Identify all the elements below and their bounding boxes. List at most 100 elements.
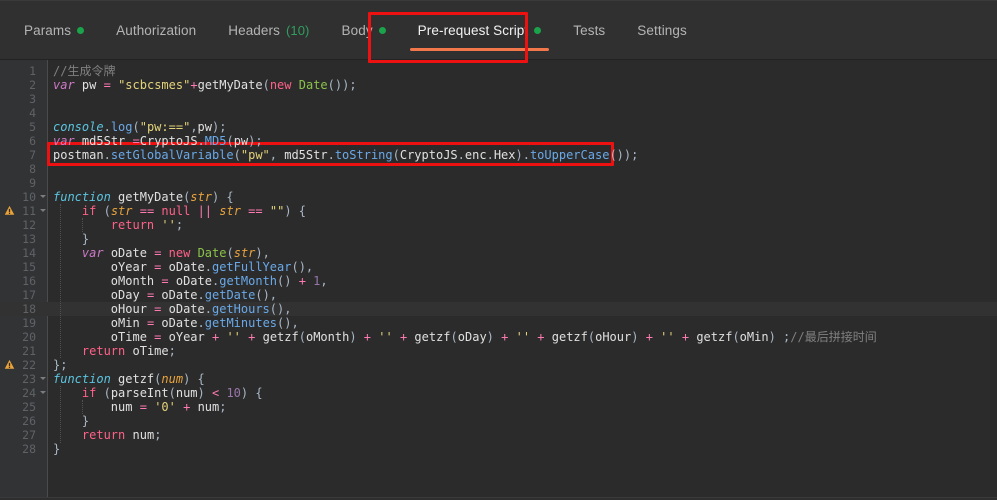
line-number: 21 — [22, 344, 36, 359]
tab-tests[interactable]: Tests — [557, 1, 621, 59]
line-number: 14 — [22, 246, 36, 261]
code-line-text: }; — [53, 358, 68, 373]
code-line[interactable]: 26 } — [0, 414, 997, 428]
code-line[interactable]: 21 return oTime; — [0, 344, 997, 358]
code-line[interactable]: 24 if (parseInt(num) < 10) { — [0, 386, 997, 400]
code-line[interactable]: 11 if (str == null || str == "") { — [0, 204, 997, 218]
line-number: 6 — [29, 134, 36, 149]
line-number: 19 — [22, 316, 36, 331]
code-line-text: } — [53, 232, 90, 247]
code-line-text: oYear = oDate.getFullYear(), — [110, 260, 314, 275]
line-number: 27 — [22, 428, 36, 443]
code-line-text: oHour = oDate.getHours(), — [110, 302, 292, 317]
code-line[interactable]: 12 return ''; — [0, 218, 997, 232]
tab-params-label: Params — [24, 22, 72, 38]
green-dot-icon — [378, 26, 386, 34]
tab-body[interactable]: Body — [326, 1, 402, 59]
code-line[interactable]: 27 return num; — [0, 428, 997, 442]
tab-tests-label: Tests — [573, 22, 606, 38]
code-line[interactable]: 5 console.log("pw:==",pw); — [0, 120, 997, 134]
tab-authorization-label: Authorization — [116, 22, 197, 38]
code-line-text: oTime = oYear + '' + getzf(oMonth) + '' … — [110, 330, 877, 345]
line-number: 22 — [0, 358, 47, 372]
code-line[interactable]: 8 — [0, 162, 997, 176]
tab-headers-count: (10) — [285, 22, 310, 38]
code-line[interactable]: 17 oDay = oDate.getDate(), — [0, 288, 997, 302]
line-number: 23 — [0, 372, 47, 386]
tab-pre-request-script[interactable]: Pre-request Script — [402, 1, 558, 59]
line-number: 4 — [29, 106, 36, 121]
code-line[interactable]: 2 var pw = "scbcsmes"+getMyDate(new Date(… — [0, 78, 997, 92]
code-line[interactable]: 18 oHour = oDate.getHours(), — [0, 302, 997, 317]
line-number: 26 — [22, 414, 36, 429]
code-line-text: oMin = oDate.getMinutes(), — [110, 316, 299, 331]
line-number: 7 — [29, 148, 36, 163]
code-line-text: oMonth = oDate.getMonth() + 1, — [110, 274, 328, 289]
line-number: 18 — [22, 302, 36, 317]
line-number: 2 — [29, 78, 36, 93]
code-line[interactable]: 19 oMin = oDate.getMinutes(), — [0, 316, 997, 330]
fold-arrow-icon[interactable] — [40, 195, 46, 199]
code-line-text — [47, 176, 997, 190]
line-number: 28 — [22, 442, 36, 457]
code-line-text: function getzf(num) { — [53, 372, 205, 387]
code-line-text — [47, 92, 997, 106]
warning-icon[interactable] — [4, 205, 15, 216]
code-line[interactable]: 28} — [0, 442, 997, 456]
script-code-editor[interactable]: 1 //生成令牌 2 var pw = "scbcsmes"+getMyDate(ne… — [0, 60, 997, 498]
fold-arrow-icon[interactable] — [40, 209, 46, 213]
code-line[interactable]: 9 — [0, 176, 997, 190]
line-number: 16 — [22, 274, 36, 289]
line-number: 8 — [29, 162, 36, 177]
code-line[interactable]: 15 oYear = oDate.getFullYear(), — [0, 260, 997, 274]
code-line[interactable]: 6 var md5Str =CryptoJS.MD5(pw); — [0, 134, 997, 148]
tab-authorization[interactable]: Authorization — [100, 1, 212, 59]
tab-headers[interactable]: Headers (10) — [212, 1, 325, 59]
code-line[interactable]: 14 var oDate = new Date(str), — [0, 246, 997, 260]
warning-icon[interactable] — [4, 359, 15, 370]
line-number: 3 — [29, 92, 36, 107]
code-line[interactable]: 3 — [0, 92, 997, 106]
code-line[interactable]: 25 num = '0' + num; — [0, 400, 997, 414]
code-line-text: return oTime; — [81, 344, 176, 359]
code-lines-container[interactable]: 1 //生成令牌 2 var pw = "scbcsmes"+getMyDate(ne… — [0, 60, 997, 456]
code-line-text: var md5Str =CryptoJS.MD5(pw); — [53, 134, 263, 149]
green-dot-icon — [534, 26, 542, 34]
line-number: 10 — [0, 190, 47, 204]
line-number: 13 — [22, 232, 36, 247]
code-line-text — [47, 162, 997, 176]
fold-arrow-icon[interactable] — [40, 377, 46, 381]
line-number: 1 — [29, 64, 36, 78]
code-line[interactable]: 16 oMonth = oDate.getMonth() + 1, — [0, 274, 997, 288]
line-number: 12 — [22, 218, 36, 233]
code-line[interactable]: 13 } — [0, 232, 997, 246]
code-line-text: oDay = oDate.getDate(), — [110, 288, 278, 303]
code-line[interactable]: 4 — [0, 106, 997, 120]
line-number: 25 — [22, 400, 36, 415]
line-number: 11 — [0, 204, 47, 218]
code-line[interactable]: 10 function getMyDate(str) { — [0, 190, 997, 204]
code-line-text: //生成令牌 — [53, 64, 116, 78]
code-line-text: } — [53, 414, 90, 429]
code-line-text: } — [53, 442, 61, 457]
code-line[interactable]: 20 oTime = oYear + '' + getzf(oMonth) + … — [0, 330, 997, 344]
code-line[interactable]: 23 function getzf(num) { — [0, 372, 997, 386]
code-line-text: if (str == null || str == "") { — [81, 204, 306, 219]
tab-params[interactable]: Params — [8, 1, 100, 59]
line-number: 5 — [29, 120, 36, 135]
code-line-text: if (parseInt(num) < 10) { — [81, 386, 263, 401]
code-line[interactable]: 22}; — [0, 358, 997, 372]
request-tab-bar: Params Authorization Headers (10) Body P… — [0, 0, 997, 60]
code-line-text: num = '0' + num; — [110, 400, 227, 415]
code-line-text: console.log("pw:==",pw); — [53, 120, 227, 135]
fold-arrow-icon[interactable] — [40, 391, 46, 395]
postman-request-editor: Params Authorization Headers (10) Body P… — [0, 0, 997, 500]
active-tab-underline — [409, 48, 550, 51]
code-line-text: postman.setGlobalVariable("pw", md5Str.t… — [53, 148, 639, 163]
code-line[interactable]: 1 //生成令牌 — [0, 64, 997, 78]
tab-settings[interactable]: Settings — [621, 1, 703, 59]
code-line-text: var oDate = new Date(str), — [81, 246, 270, 261]
line-number: 20 — [22, 330, 36, 345]
code-line[interactable]: 7 postman.setGlobalVariable("pw", md5Str.… — [0, 148, 997, 162]
green-dot-icon — [77, 26, 85, 34]
